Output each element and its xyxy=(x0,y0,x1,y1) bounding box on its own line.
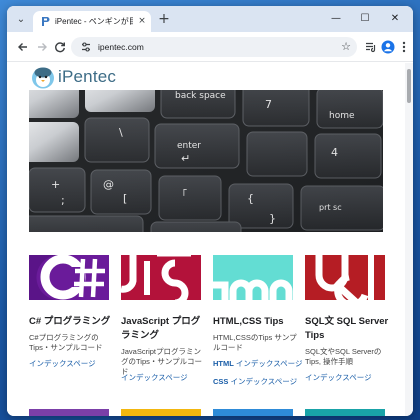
card-link-css-text: インデックスページ xyxy=(230,377,298,386)
site-info-icon[interactable] xyxy=(79,40,93,54)
page-scrollbar[interactable] xyxy=(405,63,413,416)
new-tab-button[interactable]: + xyxy=(156,12,172,28)
card-link-sql-index[interactable]: インデックスページ xyxy=(305,373,395,383)
next-card-image-3[interactable] xyxy=(213,409,293,416)
card-link-javascript-index[interactable]: インデックスページ xyxy=(121,373,211,383)
maximize-button[interactable]: ☐ xyxy=(354,10,376,28)
card-link-csharp-index[interactable]: インデックスページ xyxy=(29,359,119,369)
address-bar[interactable]: ipentec.com ☆ xyxy=(71,37,357,57)
tab-ipentec[interactable]: iPentec - ペンギンが目印の技術情報サイト × xyxy=(33,11,151,32)
reload-icon xyxy=(55,42,65,53)
minimize-button[interactable]: — xyxy=(325,10,347,28)
tab-strip: ⌄ iPentec - ペンギンが目印の技術情報サイト × + — ☐ ✕ xyxy=(7,6,413,32)
arrow-right-icon xyxy=(38,43,47,51)
card-link-html-prefix: HTML xyxy=(213,359,234,368)
tab-close-icon[interactable]: × xyxy=(136,15,148,27)
card-link-html-index[interactable]: HTML インデックスページ xyxy=(213,359,303,369)
card-desc-htmlcss: HTML,CSSのTips サンプルコード xyxy=(213,333,297,352)
tab-title: iPentec - ペンギンが目印の技術情報サイト xyxy=(55,17,133,26)
card-link-css-index[interactable]: CSS インデックスページ xyxy=(213,377,303,387)
logo-text: iPentec xyxy=(58,67,117,86)
card-title-javascript[interactable]: JavaScript プログラミング xyxy=(121,315,205,343)
site-logo[interactable]: iPentec xyxy=(29,63,125,91)
forward-button[interactable] xyxy=(34,39,50,55)
browser-window: ⌄ iPentec - ペンギンが目印の技術情報サイト × + — ☐ ✕ xyxy=(7,6,413,416)
page-content: iPentec back space enter home 7 4 \ @ [… xyxy=(7,63,405,416)
url-text: ipentec.com xyxy=(98,42,144,52)
browser-toolbar: ipentec.com ☆ xyxy=(7,32,413,62)
penguin-logo-icon xyxy=(32,67,54,89)
card-link-html-text: インデックスページ xyxy=(235,359,303,368)
card-image-csharp[interactable] xyxy=(29,255,109,300)
card-title-htmlcss[interactable]: HTML,CSS Tips xyxy=(213,315,297,329)
card-title-sql[interactable]: SQL文 SQL Server Tips xyxy=(305,315,389,343)
card-link-css-prefix: CSS xyxy=(213,377,229,386)
profile-avatar-icon[interactable] xyxy=(380,39,396,55)
card-image-sql[interactable] xyxy=(305,255,385,300)
reload-button[interactable] xyxy=(52,39,68,55)
tab-search-media-icon[interactable] xyxy=(363,39,379,55)
close-window-button[interactable]: ✕ xyxy=(384,10,406,28)
bookmark-star-icon[interactable]: ☆ xyxy=(339,40,353,54)
card-desc-csharp: C#プログラミングのTips・サンプルコード xyxy=(29,333,103,352)
back-button[interactable] xyxy=(15,39,31,55)
card-desc-sql: SQL文やSQL ServerのTips, 操作手順 xyxy=(305,347,382,366)
tab-search-icon[interactable]: ⌄ xyxy=(13,12,29,28)
ipentec-favicon-icon xyxy=(42,17,50,26)
card-image-javascript[interactable] xyxy=(121,255,201,300)
next-card-image-4[interactable] xyxy=(305,409,385,416)
browser-menu-icon[interactable] xyxy=(396,39,412,55)
scrollbar-thumb[interactable] xyxy=(407,69,411,103)
arrow-left-icon xyxy=(18,43,27,51)
next-card-image-2[interactable] xyxy=(121,409,201,416)
card-image-htmlcss[interactable] xyxy=(213,255,293,300)
hero-keyboard-image: back space enter home 7 4 \ @ [ 「 { } + … xyxy=(29,90,383,232)
card-title-csharp[interactable]: C# プログラミング xyxy=(29,315,113,329)
next-card-image-1[interactable] xyxy=(29,409,109,416)
